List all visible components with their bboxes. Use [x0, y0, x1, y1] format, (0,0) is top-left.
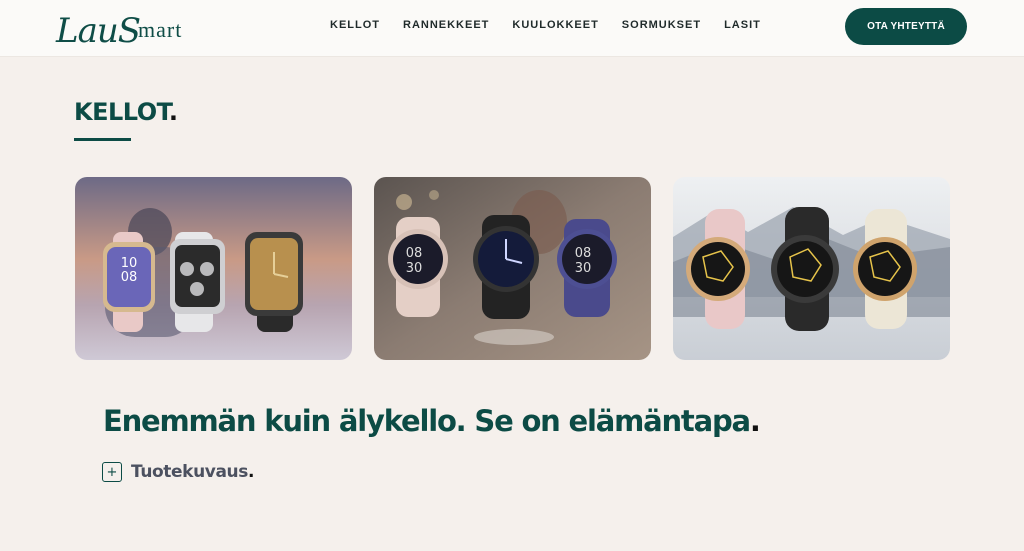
- page-title-text: KELLOT: [74, 98, 169, 126]
- nav-item-kellot[interactable]: KELLOT: [330, 18, 380, 32]
- logo-s: S: [117, 11, 141, 51]
- tagline-text: Enemmän kuin älykello. Se on elämäntapa: [103, 404, 751, 438]
- tagline: Enemmän kuin älykello. Se on elämäntapa.: [103, 404, 761, 438]
- square-watches-image: 10 08: [75, 177, 352, 360]
- tagline-dot: .: [749, 404, 761, 438]
- svg-text:30: 30: [406, 261, 423, 276]
- site-header: Lau S mart KELLOT RANNEKKEET KUULOKKEET …: [0, 0, 1024, 57]
- round-watches-cafe-image: 08 30 08 30: [374, 177, 651, 360]
- page-title-dot: .: [168, 98, 178, 126]
- main-nav: KELLOT RANNEKKEET KUULOKKEET SORMUKSET L…: [330, 18, 784, 32]
- card1-watch-minute: 08: [121, 270, 138, 285]
- product-description-toggle[interactable]: + Tuotekuvaus.: [102, 462, 254, 482]
- title-underline: [74, 138, 131, 141]
- plus-icon[interactable]: +: [102, 462, 122, 482]
- logo-rest: mart: [138, 17, 183, 42]
- contact-button[interactable]: OTA YHTEYTTÄ: [845, 8, 967, 45]
- nav-item-lasit[interactable]: LASIT: [724, 18, 761, 32]
- logo-script-part: Lau: [56, 11, 119, 51]
- round-watches-mountains-image: [673, 177, 950, 360]
- svg-text:30: 30: [575, 261, 592, 276]
- product-card-square-watches[interactable]: 10 08: [75, 177, 352, 360]
- product-description-text: Tuotekuvaus: [131, 462, 248, 482]
- nav-item-rannekkeet[interactable]: RANNEKKEET: [403, 18, 489, 32]
- page-title: KELLOT.: [74, 98, 178, 126]
- svg-text:08: 08: [575, 246, 592, 261]
- product-description-dot: .: [247, 462, 255, 482]
- svg-text:08: 08: [406, 246, 423, 261]
- product-card-round-watches-mountains[interactable]: [673, 177, 950, 360]
- nav-item-kuulokkeet[interactable]: KUULOKKEET: [512, 18, 598, 32]
- card1-watch-hour: 10: [121, 256, 138, 271]
- nav-item-sormukset[interactable]: SORMUKSET: [622, 18, 701, 32]
- product-description-label: Tuotekuvaus.: [131, 462, 254, 482]
- product-card-round-watches-cafe[interactable]: 08 30 08 30: [374, 177, 651, 360]
- lausmart-logo[interactable]: Lau S mart: [56, 4, 182, 50]
